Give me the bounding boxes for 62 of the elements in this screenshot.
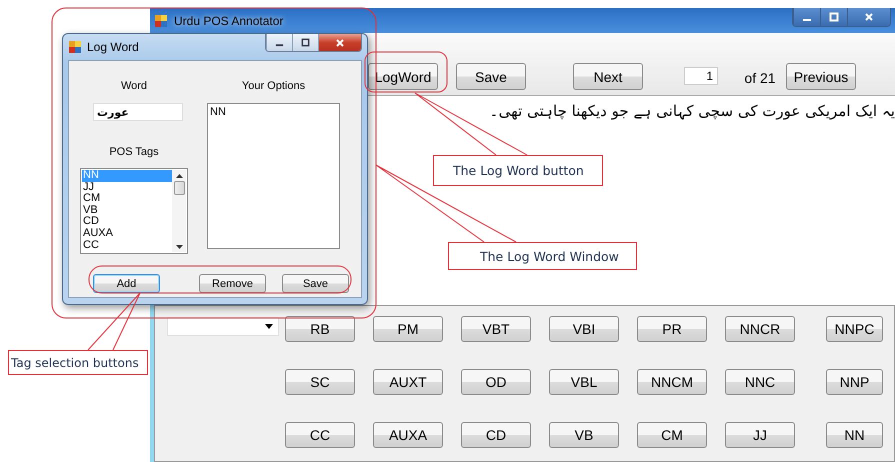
caret-icon <box>265 324 273 329</box>
window-title: Log Word <box>87 40 139 54</box>
urdu-sentence: یہ ایک امریکی عورت کی سچی کہانی ہے جو دیکھنا چاہتی تھی۔ <box>490 102 895 122</box>
close-button[interactable] <box>847 8 890 26</box>
maximize-button[interactable] <box>292 34 318 51</box>
word-label: Word <box>120 79 148 94</box>
tag-button[interactable]: SC <box>285 369 355 395</box>
pos-tags-list[interactable]: NN JJ CM VB CD AUXA CC <box>80 168 188 254</box>
maximize-icon <box>301 38 310 47</box>
dialog-button[interactable]: Save <box>282 274 349 293</box>
tag-button[interactable]: JJ <box>725 422 795 448</box>
scroll-thumb[interactable] <box>174 181 184 195</box>
scroll-down-icon[interactable] <box>176 245 182 249</box>
dialog-button[interactable]: Remove <box>199 274 266 293</box>
word-field[interactable]: عورت <box>93 103 183 121</box>
tag-button[interactable]: CD <box>461 422 531 448</box>
tag-button[interactable]: RB <box>285 316 355 342</box>
tag-button[interactable]: VBI <box>549 316 619 342</box>
tag-button[interactable]: CM <box>637 422 707 448</box>
tag-button[interactable]: NNPC <box>826 316 883 342</box>
minimize-icon <box>802 18 812 22</box>
toolbar-button[interactable]: Next <box>573 63 643 90</box>
tag-button[interactable]: AUXT <box>373 369 443 395</box>
toolbar-button[interactable]: LogWord <box>368 63 438 90</box>
tag-button[interactable]: NN <box>826 422 883 448</box>
callout-label: The Log Word Window <box>448 242 637 270</box>
dropdown[interactable] <box>167 317 279 336</box>
tag-button[interactable]: VBT <box>461 316 531 342</box>
page-count: of 21 <box>743 70 777 86</box>
close-icon <box>864 12 874 22</box>
tag-button[interactable]: PM <box>373 316 443 342</box>
tag-button[interactable]: VBL <box>549 369 619 395</box>
maximize-button[interactable] <box>820 8 847 26</box>
tag-button[interactable]: VB <box>549 422 619 448</box>
minimize-button[interactable] <box>793 8 820 26</box>
callout-label: The Log Word button <box>433 155 603 186</box>
app-icon <box>68 40 82 54</box>
tag-button[interactable]: PR <box>637 316 707 342</box>
close-icon <box>335 38 345 48</box>
tag-button[interactable]: NNP <box>826 369 883 395</box>
close-button[interactable] <box>318 34 361 51</box>
options-label: Your Options <box>242 79 306 94</box>
list-item[interactable]: NN <box>210 106 337 119</box>
app-icon <box>154 14 168 28</box>
options-list[interactable]: NN <box>207 103 340 249</box>
minimize-button[interactable] <box>266 34 292 51</box>
tag-button[interactable]: AUXA <box>373 422 443 448</box>
previous-button[interactable]: Previous <box>786 63 856 90</box>
maximize-icon <box>829 12 839 22</box>
tag-button[interactable]: OD <box>461 369 531 395</box>
callout-label: Tag selection buttons <box>8 350 148 375</box>
leader-line <box>88 292 140 350</box>
tag-button[interactable]: CC <box>285 422 355 448</box>
tag-button[interactable]: NNCR <box>725 316 795 342</box>
scrollbar[interactable] <box>172 170 186 252</box>
tag-button[interactable]: NNC <box>725 369 795 395</box>
scroll-up-icon[interactable] <box>176 174 182 178</box>
tag-button[interactable]: NNCM <box>637 369 707 395</box>
dialog-button[interactable]: Add <box>93 274 160 293</box>
window-title: Urdu POS Annotator <box>174 14 284 28</box>
toolbar-button[interactable]: Save <box>456 63 526 90</box>
page-field[interactable]: 1 <box>684 67 718 85</box>
